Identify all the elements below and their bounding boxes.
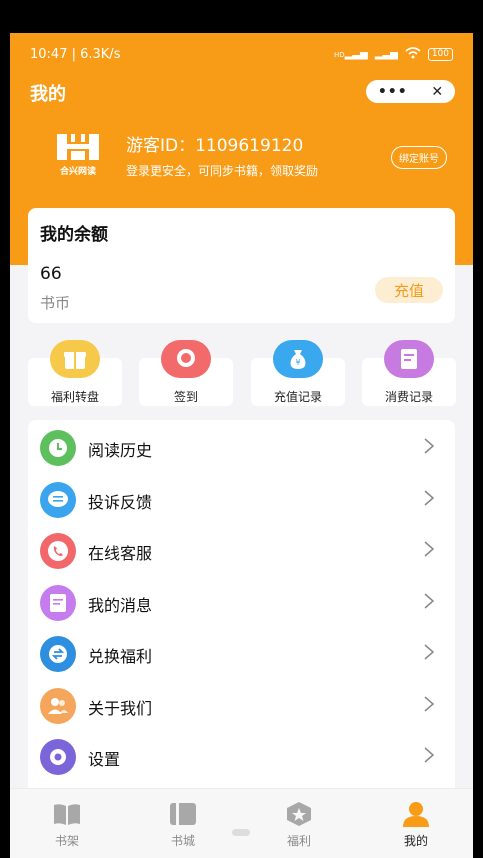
quick-action-lucky-wheel[interactable]: 福利转盘: [28, 340, 122, 406]
signal-icon: HD▂▃▅: [334, 48, 368, 60]
login-hint[interactable]: 登录更安全，可同步书籍，领取奖励: [126, 162, 318, 179]
bookshelf-icon: [54, 804, 80, 825]
quick-action-sign-in[interactable]: 签到: [139, 340, 233, 406]
balance-title: 我的余额: [40, 225, 108, 245]
recharge-button[interactable]: 充值: [375, 277, 443, 303]
signal-icon-2: ▂▃▅: [374, 48, 398, 60]
menu-item-reading-history[interactable]: 阅读历史: [28, 422, 455, 474]
chevron-right-icon: [424, 644, 435, 660]
menu-item-customer-service[interactable]: 在线客服: [28, 525, 455, 577]
tab-label: 我的: [403, 834, 428, 848]
menu-item-label: 设置: [88, 750, 121, 769]
quick-action-recharge-records[interactable]: ¥ 充值记录: [251, 340, 345, 406]
chevron-right-icon: [424, 592, 435, 609]
menu-item-my-messages[interactable]: 我的消息: [28, 577, 455, 629]
people-icon: [40, 687, 76, 724]
menu-item-feedback[interactable]: 投诉反馈: [28, 474, 455, 526]
tab-label: 书架: [54, 834, 79, 848]
user-icon: [403, 802, 429, 827]
tab-label: 福利: [286, 834, 311, 848]
gear-icon: [40, 739, 76, 775]
chevron-right-icon: [424, 695, 435, 712]
quick-action-label: 充值记录: [273, 390, 322, 404]
clock-icon: [40, 430, 76, 466]
status-icons: HD▂▃▅ ▂▃▅ 100: [334, 46, 453, 62]
app-logo: 合兴网读: [53, 131, 103, 181]
quick-action-label: 福利转盘: [50, 390, 99, 404]
mini-program-capsule: ••• ✕: [366, 80, 455, 103]
svg-text:¥: ¥: [295, 358, 300, 367]
menu-item-redeem-benefits[interactable]: 兑换福利: [28, 628, 455, 680]
guest-id: 游客ID：1109619120: [126, 136, 304, 156]
gift-box-icon: [50, 340, 100, 378]
balance-card: 我的余额 66 书币 充值: [28, 208, 455, 323]
exchange-icon: [40, 636, 76, 672]
bind-account-button[interactable]: 绑定账号: [391, 146, 447, 169]
bottom-tab-bar: 书架 书城 福利 我的: [10, 788, 473, 858]
menu-item-label: 我的消息: [88, 595, 153, 615]
star-badge-icon: [287, 802, 311, 826]
close-icon[interactable]: ✕: [431, 84, 443, 100]
tab-mine[interactable]: 我的: [386, 801, 446, 851]
receipt-icon: [384, 340, 434, 378]
phone-icon: [40, 533, 76, 569]
battery-icon: 100: [427, 47, 453, 61]
status-time: 10:47 | 6.3K/s: [30, 46, 121, 62]
balance-amount: 66: [40, 264, 62, 284]
bookstore-icon: [170, 803, 196, 825]
menu-item-settings[interactable]: 设置: [28, 731, 455, 783]
profile-section: 合兴网读 游客ID：1109619120 登录更安全，可同步书籍，领取奖励 绑定…: [10, 125, 473, 195]
menu-item-about-us[interactable]: 关于我们: [28, 680, 455, 732]
wifi-icon: [405, 46, 421, 62]
tab-bookshelf[interactable]: 书架: [37, 801, 97, 851]
quick-action-label: 签到: [173, 390, 198, 404]
page-title: 我的: [30, 84, 66, 105]
money-bag-icon: ¥: [273, 340, 323, 378]
chat-bubble-icon: [40, 481, 76, 518]
menu-item-label: 投诉反馈: [88, 492, 153, 512]
sign-in-badge-icon: [161, 340, 211, 378]
menu-item-label: 阅读历史: [88, 441, 153, 460]
menu-item-label: 在线客服: [88, 544, 153, 563]
message-doc-icon: [40, 584, 76, 621]
tab-benefits[interactable]: 福利: [269, 801, 329, 851]
more-dots-icon[interactable]: •••: [378, 84, 408, 100]
chevron-right-icon: [424, 489, 435, 506]
chevron-right-icon: [424, 747, 435, 763]
quick-action-label: 消费记录: [384, 390, 433, 404]
tab-bookstore[interactable]: 书城: [153, 801, 213, 851]
status-bar: 10:47 | 6.3K/s HD▂▃▅ ▂▃▅ 100: [30, 44, 453, 64]
chevron-right-icon: [424, 438, 435, 454]
logo-text: 合兴网读: [59, 167, 96, 177]
tab-label: 书城: [170, 834, 195, 848]
menu-list: 阅读历史 投诉反馈 在线客服 我的消息 兑换福利 关于我们 设置: [28, 420, 455, 800]
menu-item-label: 关于我们: [88, 698, 153, 718]
app-screen: 10:47 | 6.3K/s HD▂▃▅ ▂▃▅ 100 我的 ••• ✕ 合兴…: [10, 33, 473, 858]
quick-action-spending-records[interactable]: 消费记录: [362, 340, 456, 406]
chevron-right-icon: [424, 541, 435, 557]
menu-item-label: 兑换福利: [88, 647, 153, 666]
home-indicator: [232, 829, 250, 836]
balance-unit: 书币: [40, 294, 71, 312]
